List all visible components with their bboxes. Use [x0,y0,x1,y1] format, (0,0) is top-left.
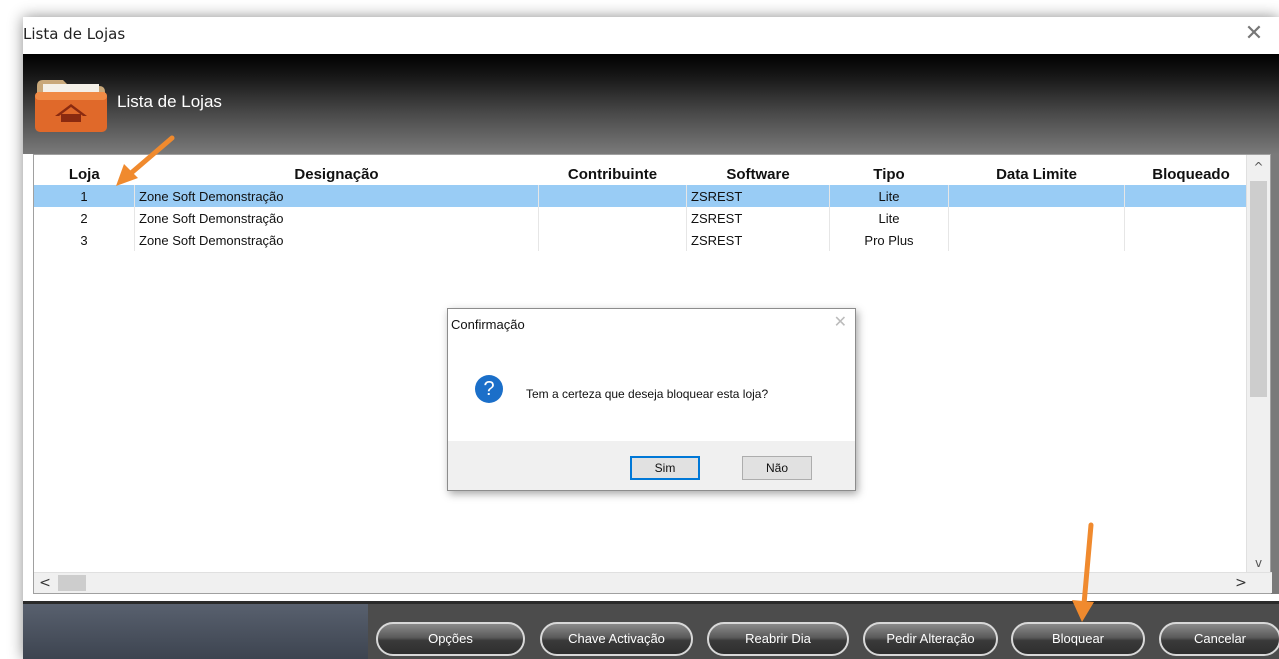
cell-software: ZSREST [686,185,830,207]
folder-home-icon [35,80,107,132]
column-header-software[interactable]: Software [687,163,830,185]
column-header-loja[interactable]: Loja [34,163,135,185]
cell-software: ZSREST [686,207,830,229]
column-header-contribuinte[interactable]: Contribuinte [539,163,687,185]
reabrir-dia-button[interactable]: Reabrir Dia [707,622,849,656]
horizontal-scrollbar[interactable]: < > [34,572,1272,593]
table-header-row: Loja Designação Contribuinte Software Ti… [34,163,1258,185]
dialog-message: Tem a certeza que deseja bloquear esta l… [526,387,769,401]
table-row[interactable]: 1 Zone Soft Demonstração ZSREST Lite [34,185,1258,207]
dialog-button-bar: Sim Não [448,441,855,490]
cell-bloqueado [1124,207,1258,229]
dialog-title: Confirmação [451,317,525,332]
footer-bar: Opções Chave Activação Reabrir Dia Pedir… [23,601,1279,659]
column-header-tipo[interactable]: Tipo [830,163,949,185]
cell-contribuinte [538,185,687,207]
vertical-scroll-thumb[interactable] [1250,181,1267,397]
bloquear-button[interactable]: Bloquear [1011,622,1145,656]
column-header-designacao[interactable]: Designação [135,163,539,185]
cell-designacao: Zone Soft Demonstração [134,207,539,229]
cell-contribuinte [538,207,687,229]
column-header-bloqueado[interactable]: Bloqueado [1125,163,1258,185]
scroll-up-icon[interactable]: ^ [1247,157,1270,177]
pedir-alteracao-button[interactable]: Pedir Alteração [863,622,998,656]
cell-software: ZSREST [686,229,830,251]
cell-loja: 3 [34,229,135,251]
cell-contribuinte [538,229,687,251]
sim-button[interactable]: Sim [630,456,700,480]
horizontal-scroll-thumb[interactable] [58,575,86,591]
column-header-data-limite[interactable]: Data Limite [949,163,1125,185]
cell-tipo: Lite [829,185,949,207]
footer-left-panel [23,601,368,659]
dialog-close-icon[interactable]: ✕ [834,312,847,332]
scroll-down-icon[interactable]: v [1247,553,1270,573]
cell-tipo: Lite [829,207,949,229]
stores-table: Loja Designação Contribuinte Software Ti… [34,163,1258,251]
cell-data-limite [948,185,1125,207]
confirmation-dialog: Confirmação ✕ ? Tem a certeza que deseja… [447,308,856,491]
table-row[interactable]: 2 Zone Soft Demonstração ZSREST Lite [34,207,1258,229]
table-row[interactable]: 3 Zone Soft Demonstração ZSREST Pro Plus [34,229,1258,251]
cell-designacao: Zone Soft Demonstração [134,185,539,207]
question-icon: ? [475,375,503,403]
cell-loja: 2 [34,207,135,229]
title-bar: Lista de Lojas ✕ [23,17,1279,54]
cell-data-limite [948,229,1125,251]
cell-tipo: Pro Plus [829,229,949,251]
scroll-left-icon[interactable]: < [34,573,56,593]
cell-bloqueado [1124,185,1258,207]
scroll-right-icon[interactable]: > [1230,573,1252,593]
cell-bloqueado [1124,229,1258,251]
header-banner: Lista de Lojas [23,54,1279,154]
cell-designacao: Zone Soft Demonstração [134,229,539,251]
cell-data-limite [948,207,1125,229]
footer-divider [23,601,1279,604]
window-title: Lista de Lojas [23,25,126,43]
header-title: Lista de Lojas [117,92,222,111]
close-icon[interactable]: ✕ [1239,19,1269,49]
cell-loja: 1 [34,185,135,207]
cancelar-button[interactable]: Cancelar [1159,622,1279,656]
nao-button[interactable]: Não [742,456,812,480]
chave-activacao-button[interactable]: Chave Activação [540,622,693,656]
vertical-scrollbar[interactable]: ^ v [1246,155,1270,575]
opcoes-button[interactable]: Opções [376,622,525,656]
